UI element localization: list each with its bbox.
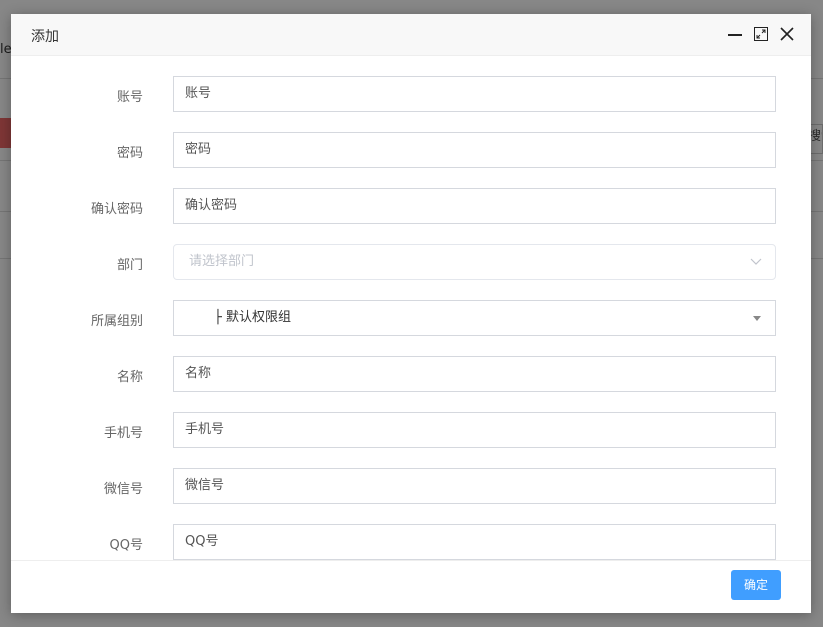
dialog-title: 添加 bbox=[31, 29, 59, 45]
select-placeholder: 请选择部门 bbox=[189, 254, 255, 269]
field-label: 密码 bbox=[116, 146, 143, 161]
field-label: 部门 bbox=[116, 258, 143, 273]
field-label: 确认密码 bbox=[90, 202, 143, 217]
form-row-qq: QQ号 QQ号 bbox=[11, 524, 811, 560]
caret-down-icon bbox=[753, 316, 761, 321]
field-label: 手机号 bbox=[103, 426, 143, 441]
input-value: 确认密码 bbox=[185, 198, 238, 213]
form-row-phone: 手机号 手机号 bbox=[11, 412, 811, 448]
form-row-department: 部门 请选择部门 bbox=[11, 244, 811, 280]
field-label: 名称 bbox=[116, 370, 143, 385]
name-input[interactable]: 名称 bbox=[173, 356, 776, 392]
input-value: 账号 bbox=[185, 86, 212, 101]
qq-input[interactable]: QQ号 bbox=[173, 524, 776, 560]
wechat-input[interactable]: 微信号 bbox=[173, 468, 776, 504]
input-value: 密码 bbox=[185, 142, 212, 157]
chevron-down-icon bbox=[750, 258, 762, 265]
field-label: 所属组别 bbox=[90, 314, 143, 329]
maximize-icon[interactable] bbox=[753, 26, 769, 42]
field-label: 账号 bbox=[116, 90, 143, 105]
form-row-confirm-password: 确认密码 确认密码 bbox=[11, 188, 811, 224]
department-select[interactable]: 请选择部门 bbox=[173, 244, 776, 280]
input-value: 微信号 bbox=[185, 478, 225, 493]
dialog-header: 添加 bbox=[11, 14, 811, 56]
select-value: ├ 默认权限组 bbox=[214, 310, 291, 325]
minimize-icon[interactable] bbox=[727, 26, 743, 42]
group-select[interactable]: ├ 默认权限组 bbox=[173, 300, 776, 336]
confirm-button[interactable]: 确定 bbox=[731, 570, 781, 600]
add-dialog: 添加 账号 账号 密码 密码 确认密码 确认密码 部门 请选择部门 所属组别 ├ 默认权限… bbox=[11, 14, 811, 613]
confirm-password-input[interactable]: 确认密码 bbox=[173, 188, 776, 224]
phone-input[interactable]: 手机号 bbox=[173, 412, 776, 448]
form-row-name: 名称 名称 bbox=[11, 356, 811, 392]
form-row-account: 账号 账号 bbox=[11, 76, 811, 112]
field-label: 微信号 bbox=[103, 482, 143, 497]
input-value: 名称 bbox=[185, 366, 212, 381]
form-row-password: 密码 密码 bbox=[11, 132, 811, 168]
account-input[interactable]: 账号 bbox=[173, 76, 776, 112]
dialog-footer: 确定 bbox=[11, 560, 811, 613]
dialog-form: 账号 账号 密码 密码 确认密码 确认密码 部门 请选择部门 所属组别 ├ 默认权限组 名… bbox=[11, 56, 811, 561]
close-icon[interactable] bbox=[779, 26, 795, 42]
form-row-group: 所属组别 ├ 默认权限组 bbox=[11, 300, 811, 336]
input-value: QQ号 bbox=[185, 534, 219, 549]
field-label: QQ号 bbox=[109, 538, 143, 553]
form-row-wechat: 微信号 微信号 bbox=[11, 468, 811, 504]
password-input[interactable]: 密码 bbox=[173, 132, 776, 168]
input-value: 手机号 bbox=[185, 422, 225, 437]
